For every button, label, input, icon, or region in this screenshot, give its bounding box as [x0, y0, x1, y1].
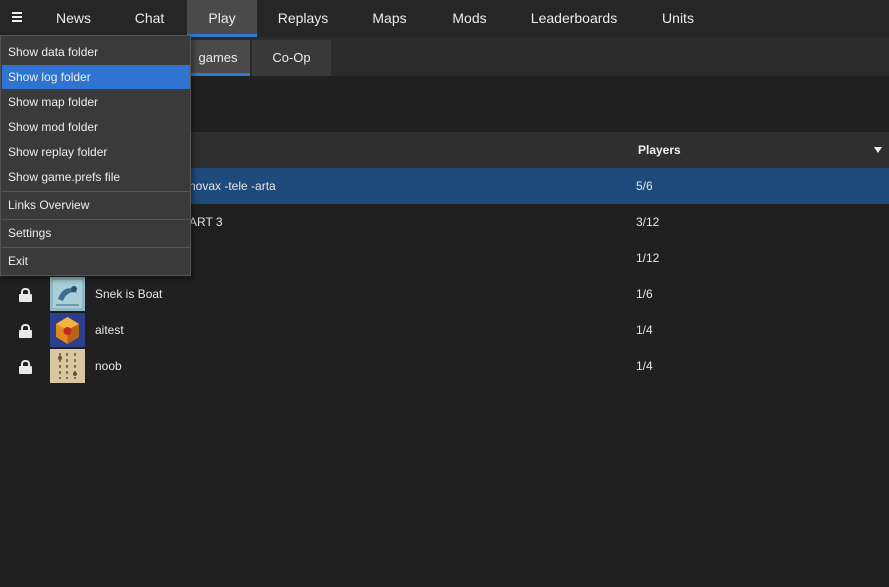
- player-count: 1/4: [636, 359, 653, 373]
- game-title: aitest: [95, 323, 124, 337]
- tab-maps[interactable]: Maps: [352, 0, 427, 37]
- menu-item-exit[interactable]: Exit: [2, 249, 190, 273]
- menu-item-settings[interactable]: Settings: [2, 221, 190, 245]
- map-thumbnail: [50, 277, 85, 311]
- player-count: 1/4: [636, 323, 653, 337]
- tab-chat[interactable]: Chat: [112, 0, 187, 37]
- game-title: Snek is Boat: [95, 287, 163, 301]
- tab-units[interactable]: Units: [648, 0, 708, 37]
- lock-icon: [19, 324, 32, 338]
- map-thumbnail: [50, 349, 85, 383]
- menu-item-show-log-folder[interactable]: Show log folder: [2, 65, 190, 89]
- players-column-header[interactable]: Players: [638, 132, 681, 168]
- player-count: 3/12: [636, 215, 660, 229]
- map-thumbnail: [50, 313, 85, 347]
- menu-separator: [2, 247, 190, 248]
- menu-separator: [2, 219, 190, 220]
- menu-item-show-data-folder[interactable]: Show data folder: [2, 40, 190, 64]
- menu-item-show-replay-folder[interactable]: Show replay folder: [2, 140, 190, 164]
- player-count: 5/6: [636, 179, 653, 193]
- game-title: novax -tele -arta: [189, 179, 276, 193]
- table-row[interactable]: noob 1/4: [0, 348, 889, 384]
- top-nav-bar: News Chat Play Replays Maps Mods Leaderb…: [0, 0, 889, 37]
- tab-news[interactable]: News: [36, 0, 111, 37]
- tab-replays[interactable]: Replays: [262, 0, 344, 37]
- player-count: 1/6: [636, 287, 653, 301]
- main-menu-dropdown: Show data folder Show log folder Show ma…: [0, 35, 191, 276]
- menu-item-show-game-prefs-file[interactable]: Show game.prefs file: [2, 165, 190, 189]
- table-row[interactable]: aitest 1/4: [0, 312, 889, 348]
- game-title: noob: [95, 359, 122, 373]
- menu-separator: [2, 191, 190, 192]
- menu-item-show-mod-folder[interactable]: Show mod folder: [2, 115, 190, 139]
- sort-down-icon[interactable]: [874, 147, 882, 153]
- tab-mods[interactable]: Mods: [432, 0, 507, 37]
- player-count: 1/12: [636, 251, 660, 265]
- game-title: ART 3: [189, 215, 223, 229]
- table-row[interactable]: Snek is Boat 1/6: [0, 276, 889, 312]
- tab-play[interactable]: Play: [187, 0, 257, 37]
- tab-leaderboards[interactable]: Leaderboards: [521, 0, 627, 37]
- menu-item-show-map-folder[interactable]: Show map folder: [2, 90, 190, 114]
- lock-icon: [19, 360, 32, 374]
- hamburger-menu-icon[interactable]: [0, 0, 34, 37]
- subtab-co-op[interactable]: Co-Op: [252, 40, 331, 76]
- lock-icon: [19, 288, 32, 302]
- menu-item-links-overview[interactable]: Links Overview: [2, 193, 190, 217]
